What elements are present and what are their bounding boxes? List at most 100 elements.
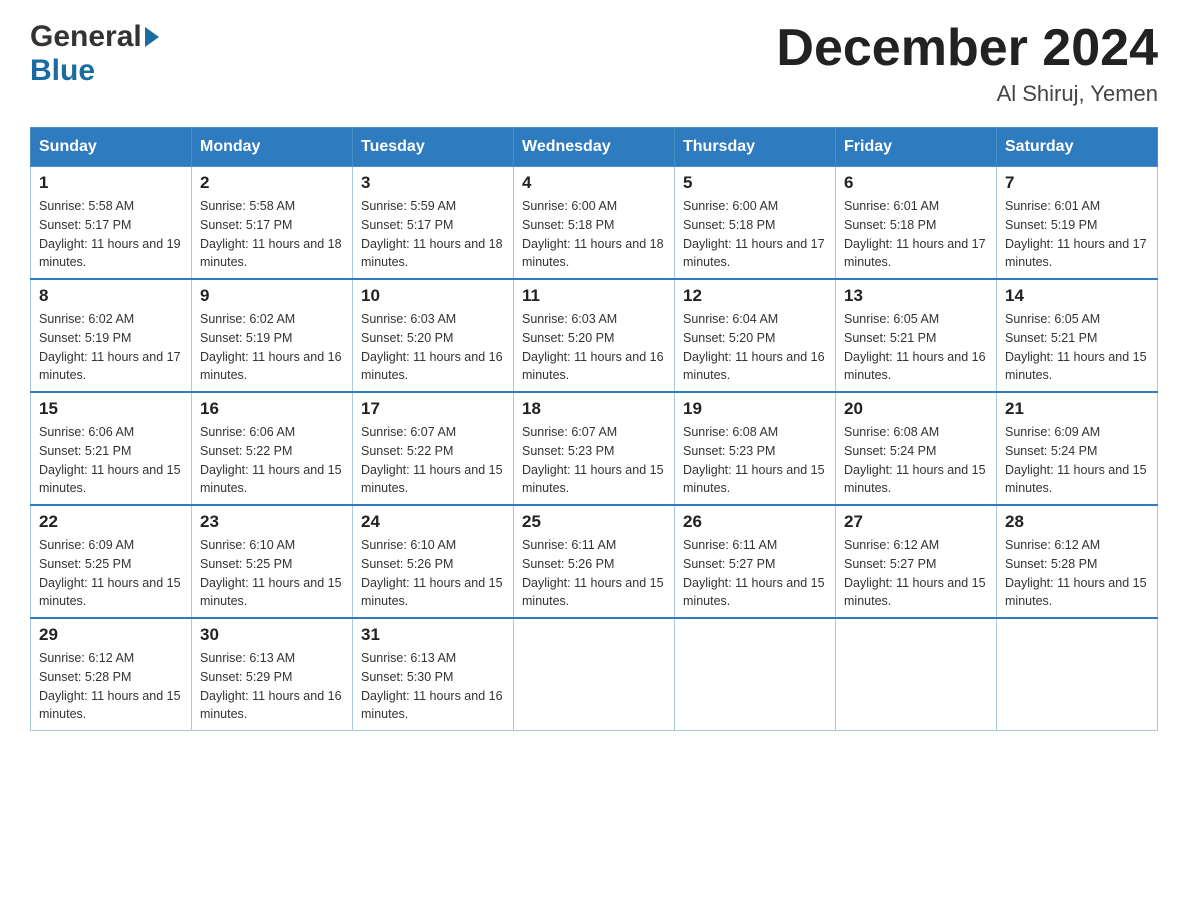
day-info: Sunrise: 6:04 AM Sunset: 5:20 PM Dayligh…: [683, 310, 827, 385]
day-number: 28: [1005, 512, 1149, 532]
day-number: 25: [522, 512, 666, 532]
day-info: Sunrise: 6:07 AM Sunset: 5:23 PM Dayligh…: [522, 423, 666, 498]
day-info: Sunrise: 6:00 AM Sunset: 5:18 PM Dayligh…: [522, 197, 666, 272]
table-row: 10 Sunrise: 6:03 AM Sunset: 5:20 PM Dayl…: [353, 279, 514, 392]
table-row: 21 Sunrise: 6:09 AM Sunset: 5:24 PM Dayl…: [997, 392, 1158, 505]
day-number: 21: [1005, 399, 1149, 419]
calendar-week-row: 8 Sunrise: 6:02 AM Sunset: 5:19 PM Dayli…: [31, 279, 1158, 392]
day-number: 5: [683, 173, 827, 193]
day-number: 31: [361, 625, 505, 645]
calendar-week-row: 1 Sunrise: 5:58 AM Sunset: 5:17 PM Dayli…: [31, 167, 1158, 280]
day-number: 15: [39, 399, 183, 419]
day-info: Sunrise: 6:02 AM Sunset: 5:19 PM Dayligh…: [39, 310, 183, 385]
day-info: Sunrise: 6:05 AM Sunset: 5:21 PM Dayligh…: [844, 310, 988, 385]
table-row: 30 Sunrise: 6:13 AM Sunset: 5:29 PM Dayl…: [192, 618, 353, 731]
day-info: Sunrise: 6:11 AM Sunset: 5:27 PM Dayligh…: [683, 536, 827, 611]
day-number: 10: [361, 286, 505, 306]
day-number: 24: [361, 512, 505, 532]
day-info: Sunrise: 6:08 AM Sunset: 5:23 PM Dayligh…: [683, 423, 827, 498]
table-row: 13 Sunrise: 6:05 AM Sunset: 5:21 PM Dayl…: [836, 279, 997, 392]
day-number: 29: [39, 625, 183, 645]
table-row: 7 Sunrise: 6:01 AM Sunset: 5:19 PM Dayli…: [997, 167, 1158, 280]
day-info: Sunrise: 6:06 AM Sunset: 5:22 PM Dayligh…: [200, 423, 344, 498]
table-row: 12 Sunrise: 6:04 AM Sunset: 5:20 PM Dayl…: [675, 279, 836, 392]
day-info: Sunrise: 6:06 AM Sunset: 5:21 PM Dayligh…: [39, 423, 183, 498]
day-info: Sunrise: 6:01 AM Sunset: 5:19 PM Dayligh…: [1005, 197, 1149, 272]
table-row: 4 Sunrise: 6:00 AM Sunset: 5:18 PM Dayli…: [514, 167, 675, 280]
day-info: Sunrise: 6:03 AM Sunset: 5:20 PM Dayligh…: [361, 310, 505, 385]
table-row: 31 Sunrise: 6:13 AM Sunset: 5:30 PM Dayl…: [353, 618, 514, 731]
table-row: 18 Sunrise: 6:07 AM Sunset: 5:23 PM Dayl…: [514, 392, 675, 505]
day-info: Sunrise: 6:13 AM Sunset: 5:29 PM Dayligh…: [200, 649, 344, 724]
logo-blue-text: Blue: [30, 54, 95, 88]
calendar-week-row: 15 Sunrise: 6:06 AM Sunset: 5:21 PM Dayl…: [31, 392, 1158, 505]
col-sunday: Sunday: [31, 128, 192, 167]
day-info: Sunrise: 6:00 AM Sunset: 5:18 PM Dayligh…: [683, 197, 827, 272]
day-number: 23: [200, 512, 344, 532]
logo-general-text: General: [30, 20, 142, 54]
day-number: 30: [200, 625, 344, 645]
table-row: 1 Sunrise: 5:58 AM Sunset: 5:17 PM Dayli…: [31, 167, 192, 280]
table-row: 20 Sunrise: 6:08 AM Sunset: 5:24 PM Dayl…: [836, 392, 997, 505]
day-info: Sunrise: 5:58 AM Sunset: 5:17 PM Dayligh…: [39, 197, 183, 272]
table-row: 11 Sunrise: 6:03 AM Sunset: 5:20 PM Dayl…: [514, 279, 675, 392]
table-row: 23 Sunrise: 6:10 AM Sunset: 5:25 PM Dayl…: [192, 505, 353, 618]
day-info: Sunrise: 6:11 AM Sunset: 5:26 PM Dayligh…: [522, 536, 666, 611]
day-number: 7: [1005, 173, 1149, 193]
table-row: 25 Sunrise: 6:11 AM Sunset: 5:26 PM Dayl…: [514, 505, 675, 618]
title-section: December 2024 Al Shiruj, Yemen: [776, 20, 1158, 107]
day-info: Sunrise: 6:07 AM Sunset: 5:22 PM Dayligh…: [361, 423, 505, 498]
day-info: Sunrise: 6:01 AM Sunset: 5:18 PM Dayligh…: [844, 197, 988, 272]
day-number: 20: [844, 399, 988, 419]
table-row: 17 Sunrise: 6:07 AM Sunset: 5:22 PM Dayl…: [353, 392, 514, 505]
table-row: 19 Sunrise: 6:08 AM Sunset: 5:23 PM Dayl…: [675, 392, 836, 505]
table-row: 26 Sunrise: 6:11 AM Sunset: 5:27 PM Dayl…: [675, 505, 836, 618]
day-number: 12: [683, 286, 827, 306]
table-row: 5 Sunrise: 6:00 AM Sunset: 5:18 PM Dayli…: [675, 167, 836, 280]
day-info: Sunrise: 6:12 AM Sunset: 5:28 PM Dayligh…: [1005, 536, 1149, 611]
day-number: 13: [844, 286, 988, 306]
day-info: Sunrise: 6:10 AM Sunset: 5:25 PM Dayligh…: [200, 536, 344, 611]
day-number: 18: [522, 399, 666, 419]
day-info: Sunrise: 6:03 AM Sunset: 5:20 PM Dayligh…: [522, 310, 666, 385]
day-number: 19: [683, 399, 827, 419]
day-number: 22: [39, 512, 183, 532]
logo: General Blue: [30, 20, 159, 88]
day-info: Sunrise: 6:02 AM Sunset: 5:19 PM Dayligh…: [200, 310, 344, 385]
table-row: 22 Sunrise: 6:09 AM Sunset: 5:25 PM Dayl…: [31, 505, 192, 618]
table-row: [836, 618, 997, 731]
table-row: 2 Sunrise: 5:58 AM Sunset: 5:17 PM Dayli…: [192, 167, 353, 280]
table-row: 16 Sunrise: 6:06 AM Sunset: 5:22 PM Dayl…: [192, 392, 353, 505]
table-row: [514, 618, 675, 731]
day-number: 2: [200, 173, 344, 193]
day-number: 6: [844, 173, 988, 193]
table-row: 3 Sunrise: 5:59 AM Sunset: 5:17 PM Dayli…: [353, 167, 514, 280]
table-row: 14 Sunrise: 6:05 AM Sunset: 5:21 PM Dayl…: [997, 279, 1158, 392]
table-row: 6 Sunrise: 6:01 AM Sunset: 5:18 PM Dayli…: [836, 167, 997, 280]
table-row: 27 Sunrise: 6:12 AM Sunset: 5:27 PM Dayl…: [836, 505, 997, 618]
day-info: Sunrise: 6:05 AM Sunset: 5:21 PM Dayligh…: [1005, 310, 1149, 385]
calendar-week-row: 29 Sunrise: 6:12 AM Sunset: 5:28 PM Dayl…: [31, 618, 1158, 731]
day-number: 1: [39, 173, 183, 193]
day-number: 4: [522, 173, 666, 193]
table-row: 29 Sunrise: 6:12 AM Sunset: 5:28 PM Dayl…: [31, 618, 192, 731]
col-monday: Monday: [192, 128, 353, 167]
table-row: 9 Sunrise: 6:02 AM Sunset: 5:19 PM Dayli…: [192, 279, 353, 392]
day-number: 26: [683, 512, 827, 532]
calendar-header-row: Sunday Monday Tuesday Wednesday Thursday…: [31, 128, 1158, 167]
day-info: Sunrise: 6:09 AM Sunset: 5:25 PM Dayligh…: [39, 536, 183, 611]
calendar-week-row: 22 Sunrise: 6:09 AM Sunset: 5:25 PM Dayl…: [31, 505, 1158, 618]
day-number: 9: [200, 286, 344, 306]
col-thursday: Thursday: [675, 128, 836, 167]
col-saturday: Saturday: [997, 128, 1158, 167]
day-info: Sunrise: 6:13 AM Sunset: 5:30 PM Dayligh…: [361, 649, 505, 724]
day-info: Sunrise: 5:59 AM Sunset: 5:17 PM Dayligh…: [361, 197, 505, 272]
month-title: December 2024: [776, 20, 1158, 77]
day-number: 3: [361, 173, 505, 193]
day-info: Sunrise: 6:08 AM Sunset: 5:24 PM Dayligh…: [844, 423, 988, 498]
day-number: 11: [522, 286, 666, 306]
col-tuesday: Tuesday: [353, 128, 514, 167]
day-info: Sunrise: 6:10 AM Sunset: 5:26 PM Dayligh…: [361, 536, 505, 611]
calendar-table: Sunday Monday Tuesday Wednesday Thursday…: [30, 127, 1158, 731]
table-row: [675, 618, 836, 731]
